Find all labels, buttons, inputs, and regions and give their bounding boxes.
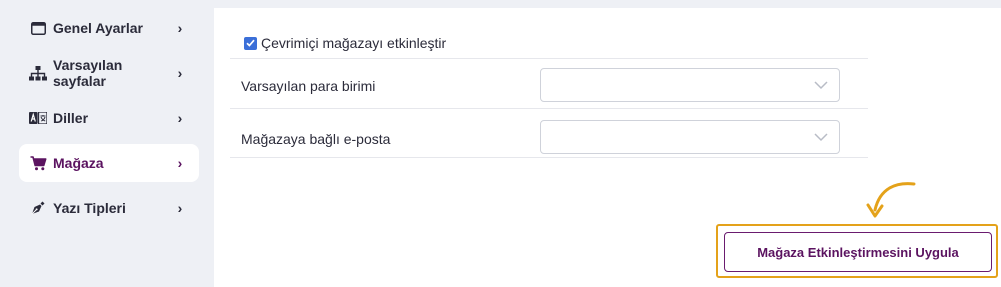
sitemap-icon — [29, 65, 47, 81]
curved-arrow-icon — [866, 182, 916, 218]
email-select[interactable] — [540, 120, 840, 154]
chevron-right-icon: › — [177, 155, 183, 171]
chevron-right-icon: › — [177, 20, 183, 36]
email-row: Mağazaya bağlı e-posta — [230, 108, 868, 158]
enable-store-label: Çevrimiçi mağazayı etkinleştir — [261, 35, 447, 51]
sidebar-item-languages[interactable]: Diller › — [19, 99, 199, 137]
currency-label: Varsayılan para birimi — [241, 78, 376, 94]
cart-icon — [29, 155, 47, 171]
chevron-down-icon — [814, 81, 828, 90]
sidebar-item-label: Varsayılan sayfalar — [53, 57, 123, 89]
chevron-right-icon: › — [177, 65, 183, 81]
enable-store-toggle[interactable]: Çevrimiçi mağazayı etkinleştir — [244, 35, 446, 51]
currency-select[interactable] — [540, 68, 840, 102]
chevron-right-icon: › — [177, 200, 183, 216]
enable-store-checkbox[interactable] — [244, 36, 257, 50]
apply-store-activation-button[interactable]: Mağaza Etkinleştirmesini Uygula — [724, 232, 992, 272]
currency-row: Varsayılan para birimi — [230, 58, 868, 108]
sidebar-item-label: Mağaza — [53, 155, 104, 171]
sidebar-item-label: Yazı Tipleri — [53, 200, 126, 216]
language-icon — [29, 110, 47, 126]
window-icon — [29, 20, 47, 36]
sidebar-item-general-settings[interactable]: Genel Ayarlar › — [19, 9, 199, 47]
sidebar-item-fonts[interactable]: Yazı Tipleri › — [19, 189, 199, 227]
sidebar-item-label: Diller — [53, 110, 89, 126]
pen-nib-icon — [29, 200, 47, 216]
chevron-down-icon — [814, 133, 828, 142]
chevron-right-icon: › — [177, 110, 183, 126]
sidebar-item-default-pages[interactable]: Varsayılan sayfalar › — [19, 54, 199, 92]
sidebar-item-label: Genel Ayarlar — [53, 20, 144, 36]
sidebar-item-store[interactable]: Mağaza › — [19, 144, 199, 182]
email-label: Mağazaya bağlı e-posta — [241, 131, 391, 147]
